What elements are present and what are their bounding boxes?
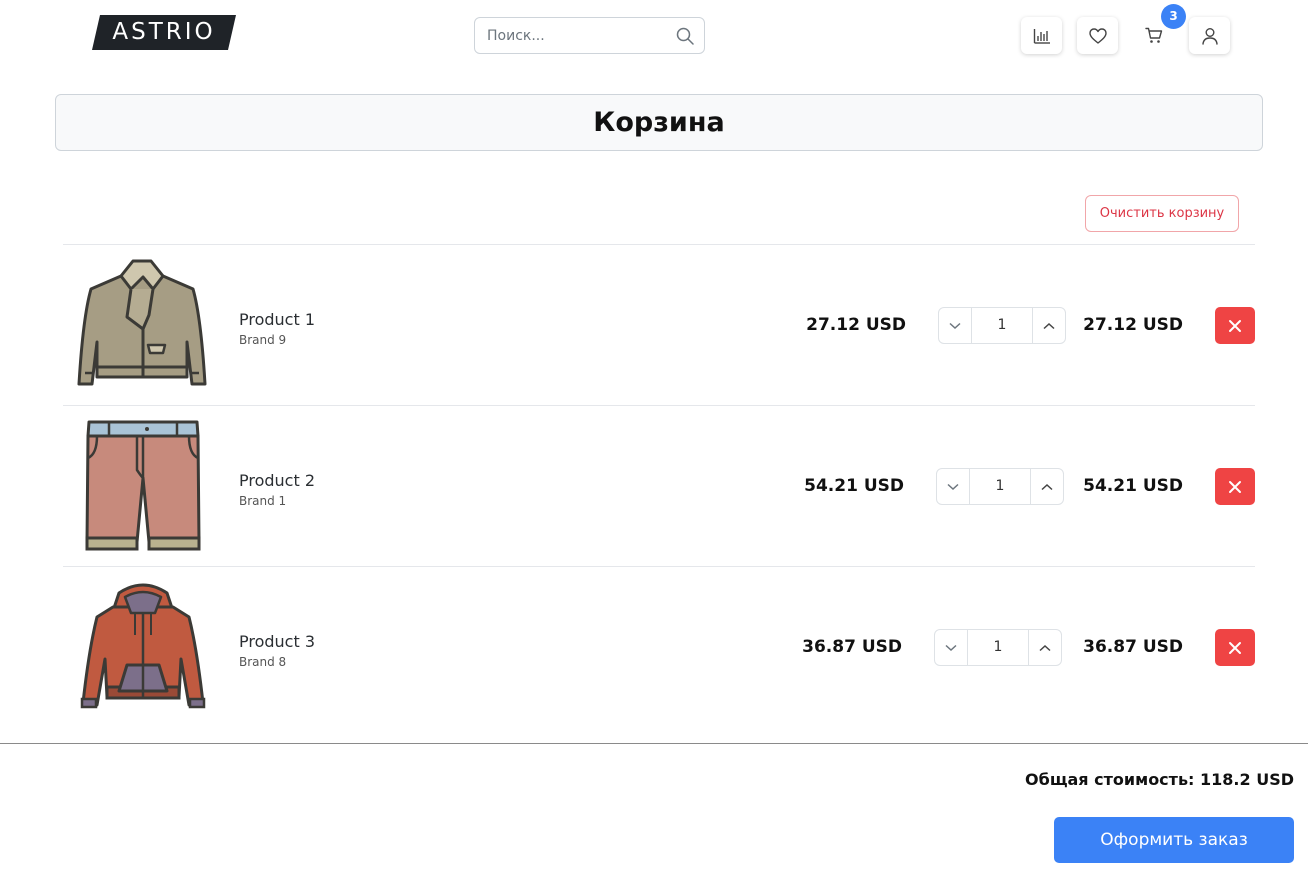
remove-item-button[interactable] bbox=[1215, 307, 1255, 344]
increase-button[interactable] bbox=[1031, 469, 1063, 504]
user-icon bbox=[1201, 27, 1218, 45]
quantity-stepper[interactable]: 1 bbox=[938, 307, 1066, 344]
favorites-button[interactable] bbox=[1077, 17, 1118, 54]
cart-item-row: Product 2 Brand 1 54.21 USD 1 54.21 USD bbox=[63, 406, 1255, 566]
quantity-input[interactable]: 1 bbox=[971, 308, 1033, 343]
cart-icon bbox=[1144, 27, 1162, 43]
shorts-icon bbox=[85, 420, 201, 551]
decrease-button[interactable] bbox=[935, 630, 967, 665]
increase-button[interactable] bbox=[1033, 308, 1065, 343]
logo[interactable]: ASTRIO bbox=[92, 15, 236, 50]
search-input[interactable] bbox=[475, 18, 670, 53]
chevron-down-icon bbox=[949, 322, 961, 329]
stats-button[interactable] bbox=[1021, 17, 1062, 54]
quantity-stepper[interactable]: 1 bbox=[934, 629, 1062, 666]
chevron-up-icon bbox=[1041, 483, 1053, 490]
quantity-input[interactable]: 1 bbox=[969, 469, 1031, 504]
cart-count-badge: 3 bbox=[1161, 4, 1186, 29]
decrease-button[interactable] bbox=[937, 469, 969, 504]
jacket-icon bbox=[77, 259, 207, 386]
chevron-up-icon bbox=[1043, 322, 1055, 329]
close-icon bbox=[1229, 319, 1241, 332]
cart-item-row: Product 3 Brand 8 36.87 USD 1 36.87 USD bbox=[63, 567, 1255, 727]
product-brand: Brand 9 bbox=[239, 333, 287, 347]
product-name[interactable]: Product 1 bbox=[239, 310, 315, 329]
product-name[interactable]: Product 3 bbox=[239, 632, 315, 651]
search-box[interactable] bbox=[474, 17, 705, 54]
unit-price: 54.21 USD bbox=[804, 476, 904, 496]
chevron-down-icon bbox=[945, 644, 957, 651]
remove-item-button[interactable] bbox=[1215, 629, 1255, 666]
cart-total: Общая стоимость: 118.2 USD bbox=[1025, 770, 1294, 789]
quantity-stepper[interactable]: 1 bbox=[936, 468, 1064, 505]
product-brand: Brand 8 bbox=[239, 655, 287, 669]
increase-button[interactable] bbox=[1029, 630, 1061, 665]
hoodie-icon bbox=[80, 583, 206, 709]
page-title: Корзина bbox=[593, 107, 725, 138]
chevron-down-icon bbox=[947, 483, 959, 490]
line-total: 27.12 USD bbox=[1083, 315, 1183, 335]
heart-icon bbox=[1088, 27, 1107, 44]
close-icon bbox=[1229, 641, 1241, 654]
line-total: 36.87 USD bbox=[1083, 637, 1183, 657]
line-total: 54.21 USD bbox=[1083, 476, 1183, 496]
chart-icon bbox=[1033, 28, 1050, 44]
unit-price: 36.87 USD bbox=[802, 637, 902, 657]
unit-price: 27.12 USD bbox=[806, 315, 906, 335]
footer-divider bbox=[0, 743, 1308, 744]
account-button[interactable] bbox=[1189, 17, 1230, 54]
clear-cart-button[interactable]: Очистить корзину bbox=[1085, 195, 1239, 232]
checkout-button[interactable]: Оформить заказ bbox=[1054, 817, 1294, 863]
remove-item-button[interactable] bbox=[1215, 468, 1255, 505]
chevron-up-icon bbox=[1039, 644, 1051, 651]
decrease-button[interactable] bbox=[939, 308, 971, 343]
cart-item-row: Product 1 Brand 9 27.12 USD 1 27.12 USD bbox=[63, 245, 1255, 405]
logo-text: ASTRIO bbox=[112, 19, 216, 45]
page-title-panel: Корзина bbox=[55, 94, 1263, 151]
search-icon[interactable] bbox=[676, 27, 694, 45]
close-icon bbox=[1229, 480, 1241, 493]
product-name[interactable]: Product 2 bbox=[239, 471, 315, 490]
quantity-input[interactable]: 1 bbox=[967, 630, 1029, 665]
product-brand: Brand 1 bbox=[239, 494, 287, 508]
